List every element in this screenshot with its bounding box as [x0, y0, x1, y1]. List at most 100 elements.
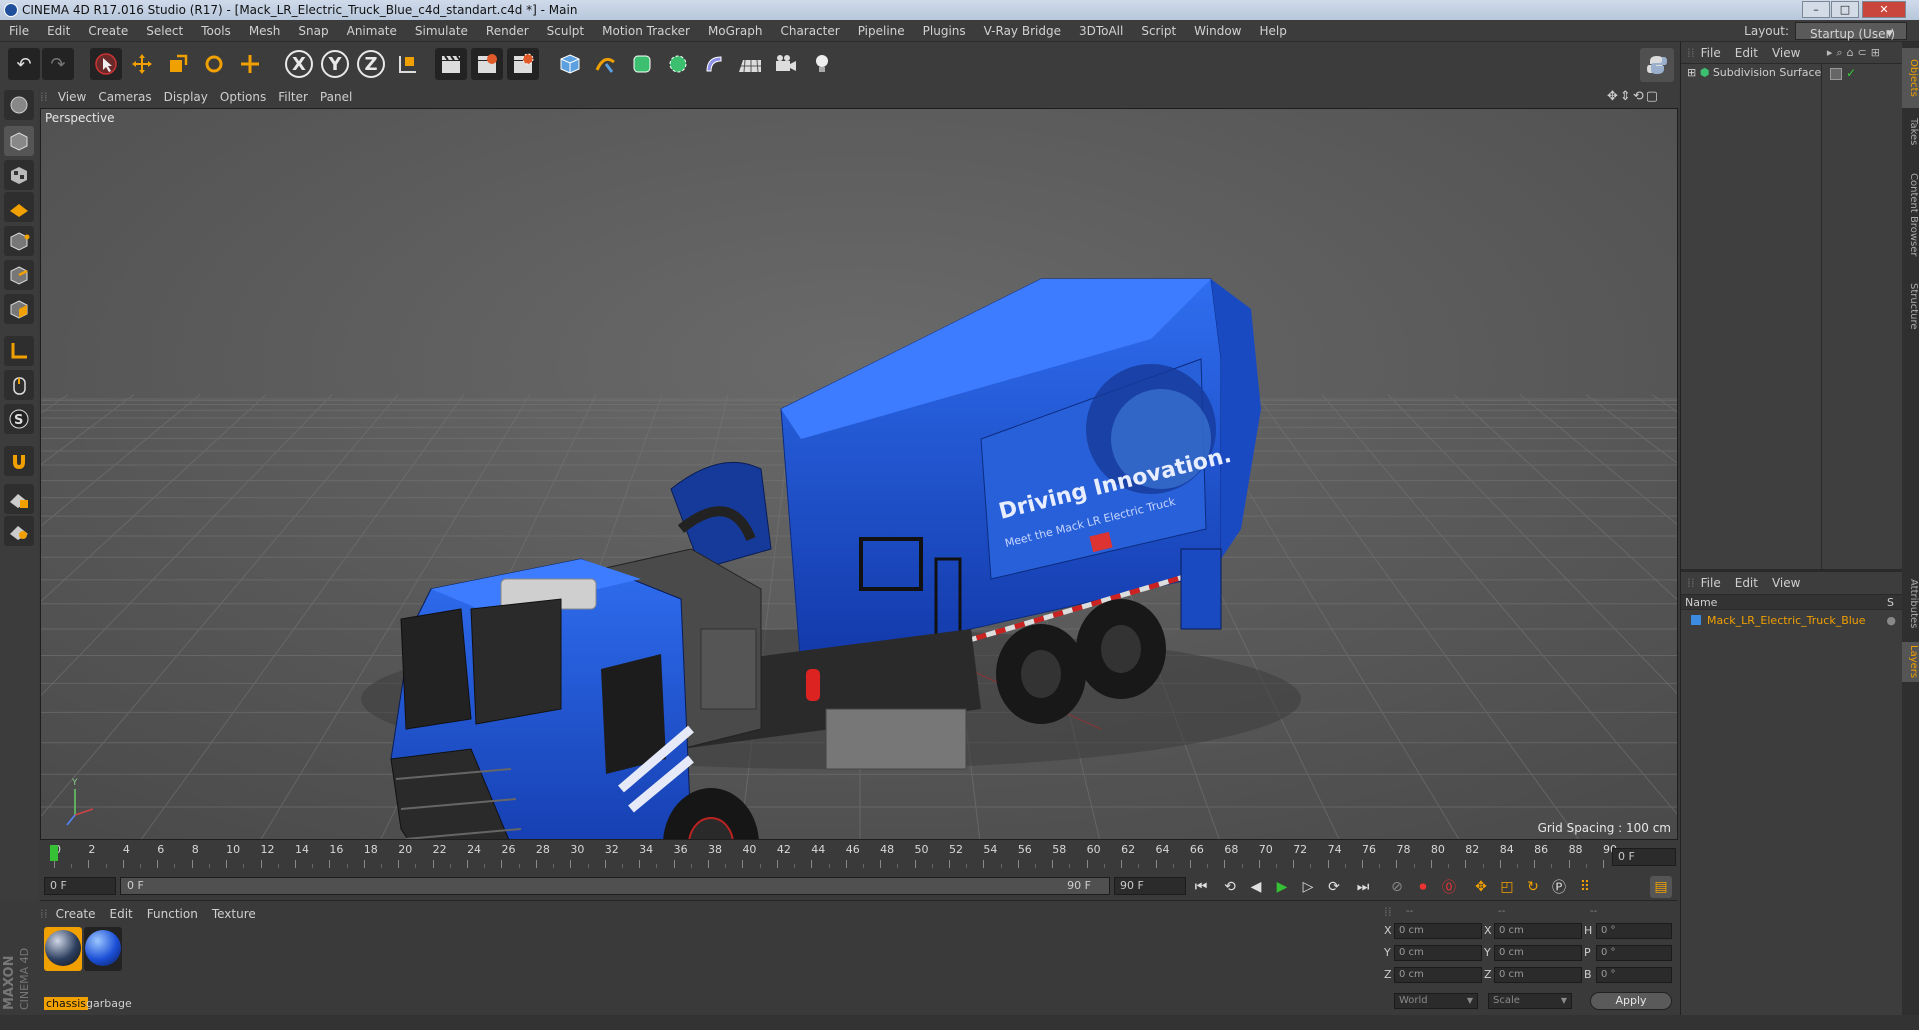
autokeying-button[interactable]: ⓪: [1438, 876, 1460, 898]
menu-select[interactable]: Select: [137, 20, 192, 42]
expand-icon[interactable]: ⊞: [1687, 66, 1700, 79]
menu-pipeline[interactable]: Pipeline: [849, 20, 914, 42]
render-view-button[interactable]: [435, 48, 467, 80]
python-console-button[interactable]: [1640, 48, 1674, 82]
layer-menu-view[interactable]: View: [1772, 572, 1814, 594]
play-button[interactable]: ▶: [1271, 876, 1293, 898]
coord-position-field[interactable]: 0 cm: [1394, 923, 1482, 939]
record-disabled-button[interactable]: ⊘: [1386, 876, 1408, 898]
apply-button[interactable]: Apply: [1590, 992, 1672, 1010]
viewport-menu-cameras[interactable]: Cameras: [98, 86, 163, 108]
add-cube-button[interactable]: [554, 48, 586, 80]
redo-button[interactable]: ↷: [42, 48, 74, 80]
record-active-objects-button[interactable]: ⏺: [1412, 876, 1434, 898]
menu-tools[interactable]: Tools: [192, 20, 240, 42]
previous-frame-button[interactable]: ◀: [1245, 876, 1267, 898]
polygons-mode-button[interactable]: [4, 294, 34, 324]
menu-render[interactable]: Render: [477, 20, 538, 42]
snap-button[interactable]: S: [4, 404, 34, 434]
coord-rotation-field[interactable]: 0 °: [1596, 923, 1672, 939]
next-frame-button[interactable]: ▷: [1297, 876, 1319, 898]
edges-mode-button[interactable]: [4, 260, 34, 290]
menu-mograph[interactable]: MoGraph: [699, 20, 772, 42]
magnet-button[interactable]: [4, 446, 34, 476]
previous-key-button[interactable]: ⟲: [1219, 876, 1241, 898]
menu-edit[interactable]: Edit: [38, 20, 79, 42]
layer-color-swatch[interactable]: [1691, 615, 1701, 625]
render-picture-viewer-button[interactable]: [471, 48, 503, 80]
layout-select[interactable]: Startup (User) ▼: [1795, 22, 1907, 41]
workplane-mode-button[interactable]: [4, 192, 34, 222]
add-spline-button[interactable]: [590, 48, 622, 80]
end-frame-field[interactable]: 90 F: [1114, 877, 1186, 895]
menu-mesh[interactable]: Mesh: [240, 20, 290, 42]
phong-tag-icon[interactable]: [1830, 68, 1842, 80]
workplane-settings-button[interactable]: [4, 516, 34, 546]
menu-character[interactable]: Character: [771, 20, 848, 42]
object-manager-search-icons[interactable]: ▸⌕⌂⊂⊞: [1827, 42, 1898, 64]
side-tab-objects[interactable]: Objects: [1902, 48, 1919, 108]
x-axis-lock-button[interactable]: X: [283, 48, 315, 80]
texture-mode-button[interactable]: [4, 160, 34, 190]
menu-motion-tracker[interactable]: Motion Tracker: [593, 20, 699, 42]
start-frame-field[interactable]: 0 F: [44, 877, 116, 895]
material-menu-edit[interactable]: Edit: [110, 904, 147, 924]
material-menu-texture[interactable]: Texture: [212, 904, 270, 924]
menu-sculpt[interactable]: Sculpt: [538, 20, 593, 42]
model-mode-button[interactable]: [4, 126, 34, 156]
coordinate-system-button[interactable]: [391, 48, 423, 80]
material-menu-create[interactable]: Create: [56, 904, 110, 924]
coord-rotation-field[interactable]: 0 °: [1596, 945, 1672, 961]
menu-animate[interactable]: Animate: [338, 20, 406, 42]
add-environment-button[interactable]: [734, 48, 766, 80]
next-key-button[interactable]: ⟳: [1323, 876, 1345, 898]
layer-menu-edit[interactable]: Edit: [1735, 572, 1772, 594]
object-menu-view[interactable]: View: [1772, 42, 1814, 64]
current-frame-field[interactable]: 0 F: [1612, 848, 1676, 866]
viewport-menu-view[interactable]: View: [58, 86, 98, 108]
side-tab-attributes[interactable]: Attributes: [1902, 572, 1919, 636]
add-light-button[interactable]: [806, 48, 838, 80]
add-mograph-button[interactable]: [662, 48, 694, 80]
coord-size-field[interactable]: 0 cm: [1494, 923, 1582, 939]
add-camera-button[interactable]: [770, 48, 802, 80]
menu-help[interactable]: Help: [1250, 20, 1295, 42]
viewport-menu-filter[interactable]: Filter: [278, 86, 320, 108]
side-tab-takes[interactable]: Takes: [1902, 112, 1919, 152]
key-scale-button[interactable]: ◰: [1496, 876, 1518, 898]
material-menu-function[interactable]: Function: [147, 904, 212, 924]
scale-tool-button[interactable]: [162, 48, 194, 80]
close-button[interactable]: ✕: [1862, 1, 1906, 18]
menu-window[interactable]: Window: [1185, 20, 1250, 42]
rotate-tool-button[interactable]: [198, 48, 230, 80]
layer-solo-dot-icon[interactable]: ●: [1886, 612, 1896, 630]
add-deformer-button[interactable]: [698, 48, 730, 80]
side-tab-content-browser[interactable]: Content Browser: [1902, 160, 1919, 270]
live-select-button[interactable]: [234, 48, 266, 80]
coord-size-field[interactable]: 0 cm: [1494, 967, 1582, 983]
go-to-end-button[interactable]: ⏭: [1352, 876, 1374, 898]
viewport-menu-display[interactable]: Display: [164, 86, 220, 108]
coord-position-field[interactable]: 0 cm: [1394, 945, 1482, 961]
lock-workplane-button[interactable]: [4, 484, 34, 514]
key-position-button[interactable]: ✥: [1470, 876, 1492, 898]
points-mode-button[interactable]: [4, 226, 34, 256]
timeline-window-button[interactable]: ▤: [1650, 876, 1672, 898]
select-tool-button[interactable]: [90, 48, 122, 80]
menu-snap[interactable]: Snap: [289, 20, 337, 42]
y-axis-lock-button[interactable]: Y: [319, 48, 351, 80]
side-tab-layers[interactable]: Layers: [1902, 642, 1919, 682]
side-tab-structure[interactable]: Structure: [1902, 278, 1919, 334]
make-editable-button[interactable]: [4, 90, 34, 120]
menu-script[interactable]: Script: [1132, 20, 1185, 42]
menu-file[interactable]: File: [0, 20, 38, 42]
go-to-start-button[interactable]: ⏮: [1190, 876, 1212, 898]
viewport-nav-icons[interactable]: ✥⇕⟲▢: [1607, 86, 1672, 108]
menu-v-ray-bridge[interactable]: V-Ray Bridge: [975, 20, 1070, 42]
coord-mode-world-select[interactable]: World ▼: [1394, 993, 1478, 1009]
menu-create[interactable]: Create: [79, 20, 137, 42]
coord-rotation-field[interactable]: 0 °: [1596, 967, 1672, 983]
material-swatch[interactable]: [84, 927, 122, 971]
perspective-viewport[interactable]: Driving Innovation. Meet the Mack LR Ele…: [40, 108, 1678, 840]
check-icon[interactable]: ✓: [1846, 66, 1856, 80]
